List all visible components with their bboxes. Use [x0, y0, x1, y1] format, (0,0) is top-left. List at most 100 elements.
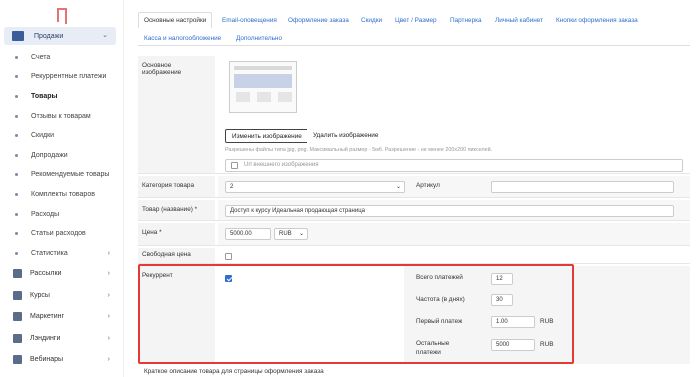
recurrent-highlight-frame: [138, 264, 574, 364]
article-input[interactable]: [491, 181, 674, 193]
chevron-right-icon: ›: [107, 249, 110, 257]
sidebar-subitem-label: Счета: [31, 53, 51, 61]
tab-account[interactable]: Личный кабинет: [495, 17, 543, 24]
sidebar-subitem-statistics[interactable]: Статистика ›: [0, 247, 124, 259]
category-select[interactable]: 2 ⌄: [225, 181, 405, 193]
sidebar-item-marketing[interactable]: Маркетинг ›: [0, 309, 124, 323]
bullet-icon: [15, 74, 18, 78]
sidebar-subitem-label: Скидки: [31, 131, 55, 139]
chevron-right-icon: ›: [107, 334, 110, 342]
currency-value: RUB: [279, 231, 292, 237]
url-checkbox[interactable]: [231, 162, 238, 169]
sidebar-subitem-label: Статистика: [31, 249, 68, 257]
sidebar-subitem-products[interactable]: Товары: [0, 90, 124, 102]
tab-divider: [138, 45, 690, 46]
price-label: Цена *: [138, 223, 215, 245]
article-label: Артикул: [416, 182, 440, 189]
image-url-placeholder: Url внешнего изображения: [244, 162, 319, 168]
name-field: Доступ к курсу Идеальная продающая стран…: [218, 200, 690, 220]
sidebar-item-webinars[interactable]: Вебинары ›: [0, 352, 124, 366]
preview-card: [278, 92, 292, 102]
bullet-icon: [15, 192, 18, 196]
bullet-icon: [15, 251, 18, 255]
tab-additional[interactable]: Дополнительно: [236, 35, 282, 42]
sidebar-subitem-discounts[interactable]: Скидки: [0, 129, 124, 141]
image-field: Изменить изображение Удалить изображение…: [218, 56, 690, 173]
preview-card: [236, 92, 250, 102]
image-preview[interactable]: [229, 61, 297, 113]
sidebar-subitem-bundles[interactable]: Комплекты товаров: [0, 188, 124, 200]
bullet-icon: [15, 133, 18, 137]
tab-discounts[interactable]: Скидки: [361, 17, 382, 24]
image-hint: Разрешены файлы типа jpg, png. Максималь…: [225, 147, 493, 153]
tab-order-buttons[interactable]: Кнопки оформления заказа: [556, 17, 638, 24]
preview-hero: [234, 74, 292, 88]
sidebar-item-label: Рассылки: [30, 269, 62, 277]
tab-email[interactable]: Email-оповещения: [222, 17, 277, 24]
sidebar-item-label: Продажи: [34, 32, 64, 40]
chevron-right-icon: ›: [107, 291, 110, 299]
chevron-right-icon: ›: [107, 312, 110, 320]
sidebar-subitem-label: Статьи расходов: [31, 229, 86, 237]
logo: [57, 8, 67, 24]
image-url-input[interactable]: Url внешнего изображения: [225, 159, 683, 172]
product-name-input[interactable]: Доступ к курсу Идеальная продающая стран…: [225, 205, 674, 217]
free-price-row: Свободная цена: [138, 248, 690, 264]
bullet-icon: [15, 231, 18, 235]
sidebar-subitem-label: Рекомендуемые товары: [31, 170, 110, 178]
sidebar-subitem-reviews[interactable]: Отзывы к товарам: [0, 110, 124, 122]
sidebar-subitem-label: Расходы: [31, 210, 60, 218]
bullet-icon: [15, 172, 18, 176]
sidebar-subitem-label: Рекуррентные платежи: [31, 72, 107, 80]
name-label: Товар (название) *: [138, 200, 215, 220]
landing-icon: [13, 333, 22, 343]
price-row: Цена * 5000.00 RUB ⌄: [138, 223, 690, 246]
sidebar-subitem-label: Отзывы к товарам: [31, 112, 91, 120]
name-row: Товар (название) * Доступ к курсу Идеаль…: [138, 200, 690, 221]
bullet-icon: [15, 212, 18, 216]
chevron-down-icon: ⌄: [395, 184, 401, 190]
app-window: Продажи ⌄ Счета Рекуррентные платежи Тов…: [0, 0, 698, 377]
sidebar-item-landings[interactable]: Лэндинги ›: [0, 331, 124, 345]
free-price-checkbox[interactable]: [225, 253, 232, 260]
bullet-icon: [15, 55, 18, 59]
tab-general[interactable]: Основные настройки: [138, 12, 213, 28]
sidebar-subitem-invoices[interactable]: Счета: [0, 51, 124, 63]
sidebar-item-label: Лэндинги: [30, 334, 61, 342]
delete-image-button[interactable]: Удалить изображение: [307, 129, 385, 143]
sidebar: Продажи ⌄ Счета Рекуррентные платежи Тов…: [0, 0, 124, 377]
price-input[interactable]: 5000.00: [225, 228, 271, 240]
sidebar-subitem-label: Допродажи: [31, 151, 68, 159]
sidebar-item-label: Вебинары: [30, 355, 64, 363]
tab-color-size[interactable]: Цвет / Размер: [395, 17, 437, 24]
image-label: Основное изображение: [138, 56, 215, 173]
currency-select[interactable]: RUB ⌄: [274, 228, 308, 240]
free-price-label: Свободная цена: [138, 248, 215, 263]
sidebar-subitem-expense-items[interactable]: Статьи расходов: [0, 227, 124, 239]
cart-icon: [12, 31, 24, 41]
sidebar-subitem-recurrent[interactable]: Рекуррентные платежи: [0, 70, 124, 82]
chevron-right-icon: ›: [107, 355, 110, 363]
sidebar-subitem-upsells[interactable]: Допродажи: [0, 149, 124, 161]
tab-affiliate[interactable]: Партнерка: [450, 17, 482, 24]
price-field: 5000.00 RUB ⌄: [218, 223, 690, 245]
sidebar-subitem-recommended[interactable]: Рекомендуемые товары: [0, 168, 124, 180]
sidebar-item-sales[interactable]: Продажи ⌄: [4, 27, 116, 45]
courses-icon: [13, 290, 22, 300]
tab-checkout-design[interactable]: Оформление заказа: [288, 17, 349, 24]
bullet-icon: [15, 114, 18, 118]
marketing-icon: [13, 311, 22, 321]
preview-card: [257, 92, 271, 102]
sidebar-subitem-expenses[interactable]: Расходы: [0, 208, 124, 220]
bullet-icon: [15, 153, 18, 157]
category-value: 2: [230, 184, 234, 190]
sidebar-item-courses[interactable]: Курсы ›: [0, 288, 124, 302]
chevron-down-icon: ⌄: [102, 32, 108, 39]
sidebar-subitem-label: Комплекты товаров: [31, 190, 95, 198]
chevron-right-icon: ›: [107, 269, 110, 277]
sidebar-item-mailings[interactable]: Рассылки ›: [0, 266, 124, 280]
tab-cashbox[interactable]: Касса и налогообложение: [144, 35, 221, 42]
free-price-field: [218, 248, 690, 263]
change-image-button[interactable]: Изменить изображение: [225, 129, 309, 143]
mail-icon: [13, 268, 22, 278]
